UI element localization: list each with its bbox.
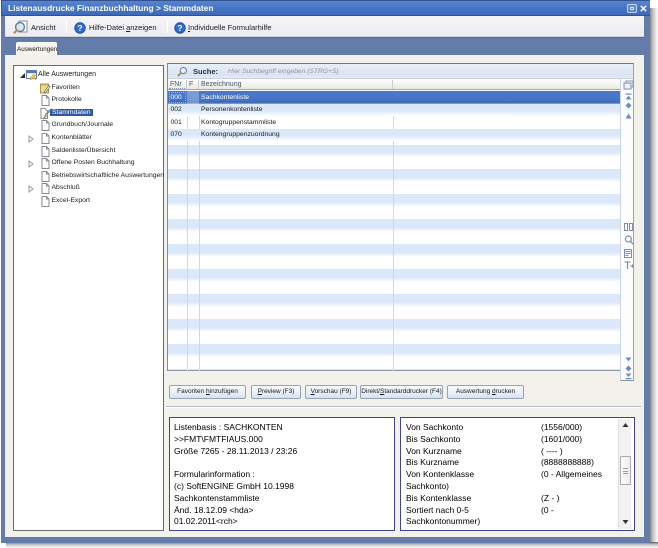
- svg-text:?: ?: [77, 23, 82, 33]
- svg-text:?: ?: [177, 23, 182, 33]
